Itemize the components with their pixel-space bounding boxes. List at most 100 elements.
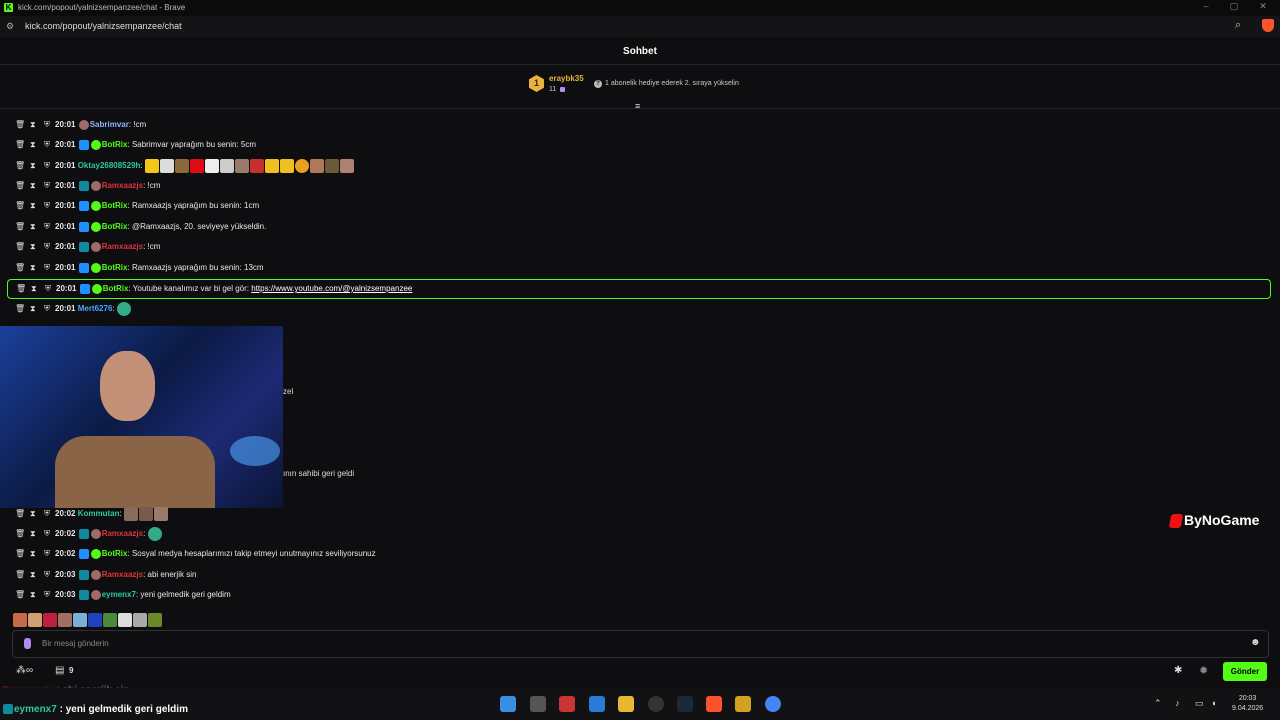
ban-icon[interactable]: ⛨ — [44, 178, 50, 194]
ban-icon[interactable]: ⛨ — [44, 137, 50, 153]
delete-icon[interactable]: 🗑 — [15, 137, 25, 153]
emote-icon[interactable] — [153, 506, 168, 521]
emote-icon[interactable] — [144, 158, 159, 173]
timeout-icon[interactable]: ⧗ — [31, 280, 37, 298]
emote-icon[interactable] — [123, 506, 138, 521]
delete-icon[interactable]: 🗑 — [16, 280, 26, 298]
emote-icon[interactable] — [324, 158, 339, 173]
tray-chevron-icon[interactable]: ⌃ — [1154, 698, 1162, 709]
timeout-icon[interactable]: ⧗ — [30, 117, 36, 133]
ban-icon[interactable]: ⛨ — [44, 546, 50, 562]
emote-icon[interactable] — [13, 613, 27, 627]
app-icon[interactable] — [735, 696, 751, 712]
emote-icon[interactable] — [133, 613, 147, 627]
emoji-picker-icon[interactable]: ☻ — [1250, 637, 1261, 648]
timeout-icon[interactable]: ⧗ — [30, 506, 36, 522]
timeout-icon[interactable]: ⧗ — [30, 198, 36, 214]
app-icon[interactable] — [559, 696, 575, 712]
gg-emote-icon[interactable] — [279, 158, 294, 173]
delete-icon[interactable]: 🗑 — [15, 506, 25, 522]
emote-icon[interactable] — [234, 158, 249, 173]
message-username[interactable]: BotRix — [102, 263, 128, 272]
start-menu-icon[interactable] — [500, 696, 516, 712]
mic-icon[interactable] — [24, 638, 31, 649]
help-icon[interactable]: ? — [594, 80, 602, 88]
send-button[interactable]: Gönder — [1223, 662, 1267, 681]
emote-icon[interactable] — [219, 158, 234, 173]
ban-icon[interactable]: ⛨ — [44, 526, 50, 542]
timeout-icon[interactable]: ⧗ — [30, 137, 36, 153]
ban-icon[interactable]: ⛨ — [44, 567, 50, 583]
store-app-icon[interactable] — [589, 696, 605, 712]
galatasaray-emote-icon[interactable] — [294, 158, 309, 173]
message-username[interactable]: Ramxaazjs — [102, 181, 143, 190]
chat-input[interactable]: Bir mesaj gönderin ☻ — [12, 630, 1269, 658]
message-username[interactable]: Oktay26808529h — [78, 161, 141, 170]
volume-icon[interactable]: ◖ — [1211, 698, 1216, 708]
store-icon[interactable]: ▤ — [55, 665, 64, 676]
delete-icon[interactable]: 🗑 — [15, 117, 25, 133]
timeout-icon[interactable]: ⧗ — [30, 219, 36, 235]
timeout-icon[interactable]: ⧗ — [30, 526, 36, 542]
timeout-icon[interactable]: ⧗ — [30, 158, 36, 174]
emote-icon[interactable] — [339, 158, 354, 173]
delete-icon[interactable]: 🗑 — [15, 546, 25, 562]
message-username[interactable]: eymenx7 — [102, 590, 136, 599]
turkey-flag-emote-icon[interactable] — [189, 158, 204, 173]
delete-icon[interactable]: 🗑 — [15, 567, 25, 583]
steam-icon[interactable] — [677, 696, 693, 712]
ban-icon[interactable]: ⛨ — [44, 301, 50, 317]
leaderboard-username[interactable]: eraybk35 — [549, 74, 584, 83]
delete-icon[interactable]: 🗑 — [15, 239, 25, 255]
emote-icon[interactable] — [148, 613, 162, 627]
mic-icon[interactable]: ♪ — [1175, 698, 1180, 708]
timeout-icon[interactable]: ⧗ — [30, 260, 36, 276]
emote-icon[interactable] — [249, 158, 264, 173]
brave-shield-icon[interactable] — [1262, 19, 1274, 32]
message-username[interactable]: Kommutan — [78, 509, 120, 518]
emote-icon[interactable] — [309, 158, 324, 173]
emote-icon[interactable] — [116, 301, 131, 316]
ban-icon[interactable]: ⛨ — [44, 260, 50, 276]
ban-icon[interactable]: ⛨ — [44, 506, 50, 522]
message-username[interactable]: BotRix — [102, 140, 128, 149]
file-explorer-icon[interactable] — [618, 696, 634, 712]
emote-icon[interactable] — [58, 613, 72, 627]
emote-icon[interactable] — [73, 613, 87, 627]
delete-icon[interactable]: 🗑 — [15, 219, 25, 235]
settings-gear-icon[interactable]: ✱ — [1174, 665, 1182, 676]
emote-icon[interactable] — [118, 613, 132, 627]
emote-icon[interactable] — [43, 613, 57, 627]
ban-icon[interactable]: ⛨ — [44, 158, 50, 174]
message-username[interactable]: Ramxaazjs — [102, 570, 143, 579]
url-field[interactable]: kick.com/popout/yalnizsempanzee/chat — [25, 21, 182, 31]
brave-browser-icon[interactable] — [706, 696, 722, 712]
delete-icon[interactable]: 🗑 — [15, 158, 25, 174]
zoom-icon[interactable]: ⌕ — [1235, 19, 1241, 32]
site-info-icon[interactable]: ⚙ — [6, 21, 14, 32]
timeout-icon[interactable]: ⧗ — [30, 301, 36, 317]
ban-icon[interactable]: ⛨ — [44, 239, 50, 255]
maximize-icon[interactable]: ▢ — [1224, 1, 1244, 12]
message-username[interactable]: Ramxaazjs — [102, 529, 143, 538]
delete-icon[interactable]: 🗑 — [15, 526, 25, 542]
system-clock[interactable]: 20:03 9.04.2026 — [1232, 694, 1263, 714]
emote-icon[interactable] — [174, 158, 189, 173]
delete-icon[interactable]: 🗑 — [15, 260, 25, 276]
chrome-icon[interactable] — [765, 696, 781, 712]
obs-icon[interactable] — [648, 696, 664, 712]
delete-icon[interactable]: 🗑 — [15, 198, 25, 214]
emote-icon[interactable] — [103, 613, 117, 627]
message-username[interactable]: Ramxaazjs — [102, 242, 143, 251]
gg-emote-icon[interactable] — [264, 158, 279, 173]
emote-icon[interactable] — [204, 158, 219, 173]
gift-icon[interactable]: ✹ — [1199, 664, 1208, 677]
timeout-icon[interactable]: ⧗ — [30, 239, 36, 255]
timeout-icon[interactable]: ⧗ — [30, 546, 36, 562]
emote-icon[interactable] — [28, 613, 42, 627]
points-icon[interactable]: ⁂∞ — [16, 665, 33, 676]
message-username[interactable]: BotRix — [102, 549, 128, 558]
expand-chevron-icon[interactable]: ≡ — [635, 101, 640, 111]
ban-icon[interactable]: ⛨ — [44, 219, 50, 235]
youtube-link[interactable]: https://www.youtube.com/@yalnizsempanzee — [251, 284, 412, 293]
